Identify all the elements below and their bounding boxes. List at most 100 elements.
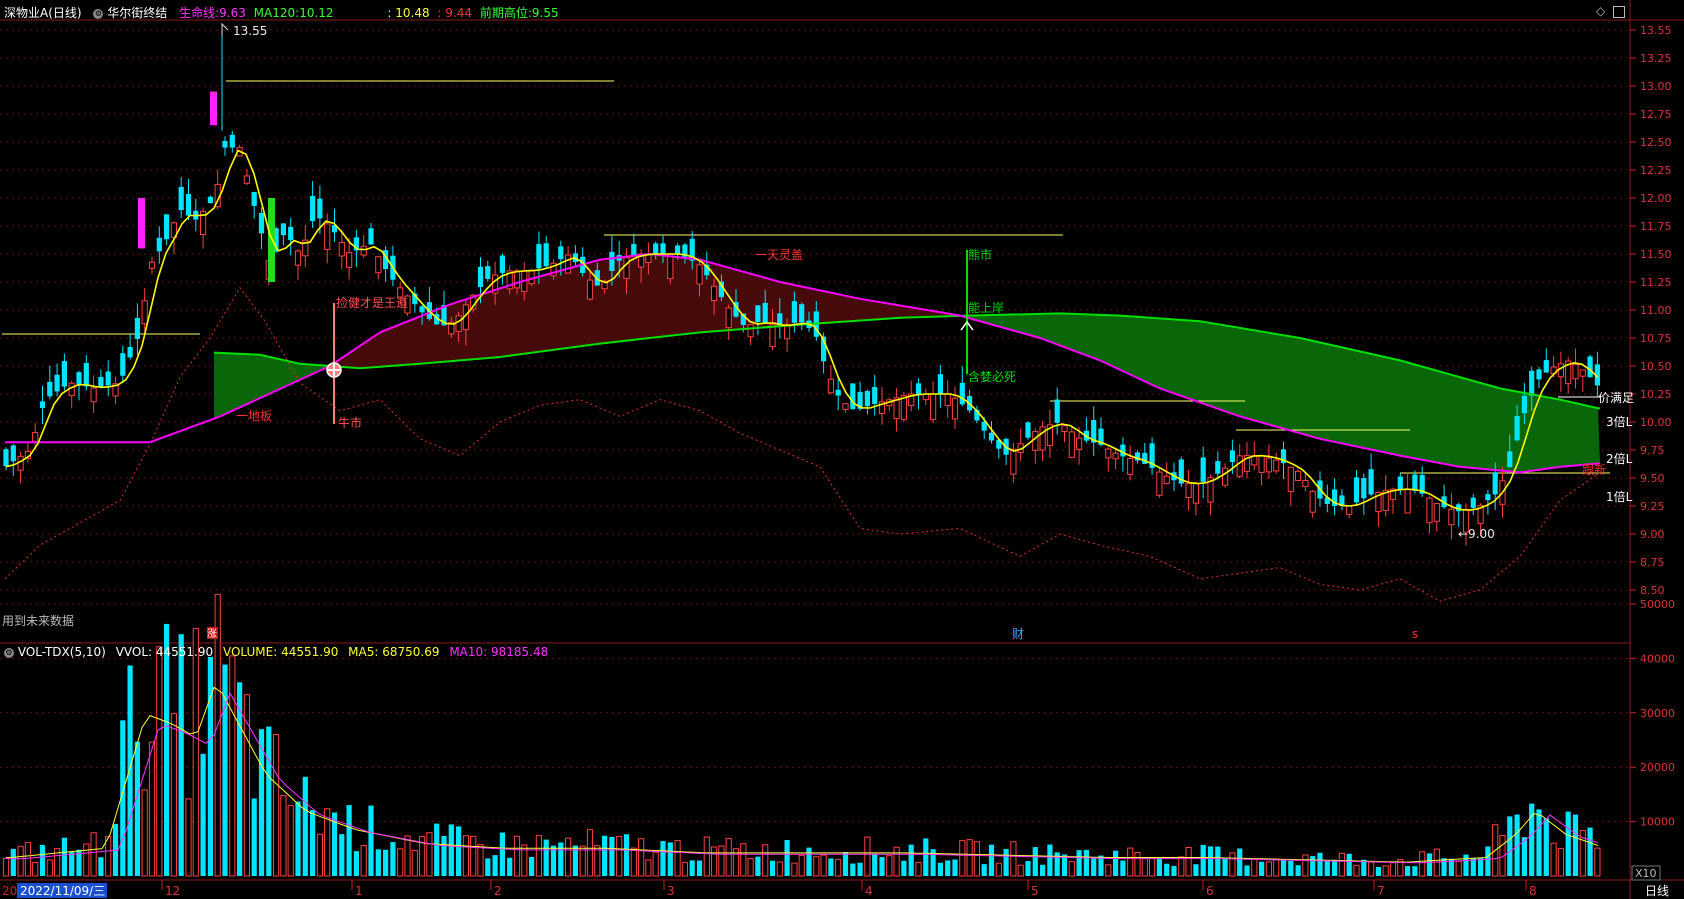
volume-bar — [1382, 865, 1389, 877]
volume-bar — [302, 776, 308, 876]
price-tick-label: 9.50 — [1640, 472, 1665, 485]
volume-bar — [828, 858, 834, 876]
volume-bar — [462, 835, 469, 877]
event-s-label[interactable]: s — [1412, 627, 1418, 641]
event-finance-label[interactable]: 财 — [1012, 627, 1024, 641]
candle-body — [1185, 483, 1192, 499]
volume-bar — [1353, 864, 1360, 877]
candle-body — [1433, 503, 1440, 522]
candle-body — [799, 304, 805, 323]
candle-body — [1032, 431, 1039, 451]
candle-body — [1068, 431, 1075, 458]
volume-bar — [776, 861, 783, 877]
volume-bar — [1587, 827, 1593, 876]
volume-bar — [1076, 850, 1082, 876]
stock-title[interactable]: 深物业A(日线) — [4, 6, 82, 20]
period-label[interactable]: 日线 — [1645, 884, 1669, 898]
volume-bar — [535, 835, 542, 877]
candle-body — [90, 387, 97, 403]
candle-body — [1010, 448, 1017, 475]
volume-bar — [1171, 865, 1177, 876]
volume-bar — [652, 851, 659, 877]
price-tick-label: 11.25 — [1640, 276, 1672, 289]
candle-body — [1039, 426, 1046, 451]
volume-bar — [908, 844, 914, 876]
volume-bar — [1164, 863, 1170, 876]
volume-bar — [1338, 852, 1346, 877]
candle-body — [1120, 444, 1126, 457]
candle-body — [1265, 457, 1273, 473]
future-data-label: 用到未来数据 — [2, 613, 74, 628]
volume-bar — [988, 844, 995, 876]
candle-body — [1521, 395, 1527, 414]
candle-body — [915, 383, 922, 394]
volume-bar — [623, 834, 630, 876]
volume-bar — [229, 655, 236, 877]
candle-body — [1470, 497, 1476, 508]
volume-bar — [507, 857, 513, 876]
price-tick-label: 9.00 — [1640, 528, 1665, 541]
candle-body — [368, 228, 374, 245]
volume-bar — [1455, 860, 1462, 877]
candle-body — [1485, 494, 1491, 501]
volume-bar — [1120, 860, 1126, 876]
volume-value: VOLUME: 44551.90 — [222, 645, 339, 659]
price-tick-label: 8.50 — [1640, 584, 1665, 597]
volume-bar — [353, 851, 359, 876]
volume-bar — [1288, 860, 1294, 876]
volume-bar — [784, 840, 790, 876]
candle-body — [1426, 497, 1433, 524]
candle-body — [61, 361, 67, 387]
settings-icon[interactable]: ⚙ — [93, 8, 104, 19]
volume-bar — [1207, 846, 1214, 876]
candle-body — [455, 315, 462, 332]
volume-bar — [959, 840, 966, 877]
candle-body — [1361, 478, 1367, 499]
indicator-name[interactable]: 华尔街终结 — [107, 6, 167, 20]
volume-bar — [1010, 841, 1017, 877]
volume-bar — [952, 859, 958, 876]
volume-bar — [1550, 842, 1557, 877]
volume-bar — [806, 847, 812, 876]
volume-bar — [1251, 858, 1258, 877]
layout-icon[interactable] — [1613, 5, 1626, 18]
candle-body — [76, 372, 82, 385]
diamond-icon[interactable]: ◇ — [1596, 4, 1605, 18]
volume-bar — [477, 844, 484, 877]
volume-bar — [645, 859, 652, 877]
candle-body — [10, 445, 16, 462]
volume-bar — [879, 857, 885, 876]
candle-body — [1492, 472, 1498, 495]
volume-bar — [360, 845, 367, 877]
vol-indicator-name[interactable]: VOL-TDX(5,10) — [18, 645, 106, 659]
volume-bar — [1572, 814, 1579, 876]
volume-bar — [90, 832, 97, 877]
candle-body — [543, 243, 549, 267]
candle-body — [1346, 505, 1353, 515]
volume-bar — [602, 835, 608, 876]
volume-bar — [1105, 864, 1112, 877]
volume-bar — [630, 847, 637, 877]
vol-settings-icon[interactable]: ⚙ — [4, 647, 14, 658]
month-label: 3 — [667, 884, 675, 898]
volume-bar — [1222, 857, 1228, 876]
volume-bar — [397, 848, 404, 877]
ma5-value: MA5: 68750.69 — [348, 645, 440, 659]
candle-body — [842, 403, 849, 410]
volume-bar — [1215, 846, 1221, 876]
volume-bar — [346, 805, 352, 876]
volume-bar — [513, 835, 521, 877]
volume-bar — [375, 849, 381, 876]
candle-body — [850, 383, 856, 410]
kline-chart[interactable]: 13.55 ←9.00 用到未来数据 一地板 牛市 捡健才是王道 一天灵盖 熊市… — [0, 0, 1684, 899]
volume-bar — [747, 858, 754, 877]
title-bar: 深物业A(日线) ⚙ 华尔街终结 生命线:9.63 MA120:10.12 : … — [4, 4, 559, 21]
candle-body — [280, 223, 286, 236]
candle-body — [623, 257, 630, 280]
volume-bar — [1317, 852, 1323, 876]
volume-bar — [872, 853, 878, 876]
candle-body — [288, 226, 294, 241]
candle-body — [141, 300, 148, 325]
volume-bar — [1032, 847, 1038, 876]
volume-bar — [762, 844, 769, 877]
